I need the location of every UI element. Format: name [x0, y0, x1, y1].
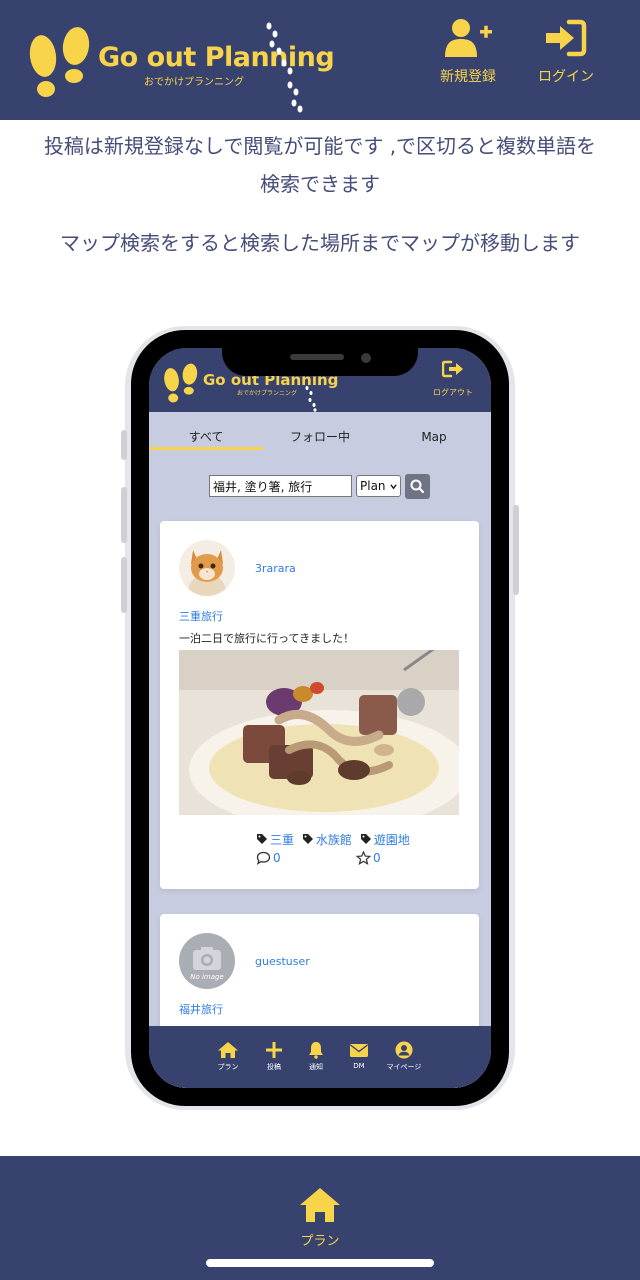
- phone-screen: Go out Planning おでかけプランニング ログアウト すべて フォロ…: [149, 348, 491, 1088]
- app-logo[interactable]: Go out Planning おでかけプランニング: [24, 22, 335, 113]
- home-icon: [300, 1188, 340, 1222]
- comment-icon: [256, 851, 271, 865]
- nav-dm[interactable]: DM: [337, 1041, 381, 1070]
- nav-plan-label: プラン: [217, 1063, 239, 1071]
- no-image-avatar: No image: [179, 933, 235, 989]
- logout-label: ログアウト: [433, 388, 473, 397]
- tag-icon: [302, 834, 313, 844]
- favorite-count: 0: [373, 851, 381, 865]
- phone-speaker: [290, 354, 344, 360]
- nav-dm-label: DM: [353, 1062, 365, 1070]
- sign-out-icon: [441, 360, 463, 378]
- plus-icon: [266, 1042, 282, 1058]
- home-indicator[interactable]: [206, 1259, 434, 1267]
- comment-button[interactable]: 0: [256, 851, 281, 865]
- envelope-icon: [350, 1044, 368, 1057]
- tab-map[interactable]: Map: [377, 412, 491, 450]
- username[interactable]: 3rarara: [255, 562, 296, 575]
- phone-side-button: [121, 430, 127, 460]
- tab-following[interactable]: フォロー中: [263, 412, 377, 450]
- nav-mypage-label: マイページ: [386, 1063, 422, 1071]
- footprints-icon: [29, 27, 90, 97]
- tag-icon: [257, 834, 267, 844]
- food-photo-image: [179, 650, 459, 815]
- search-icon: [410, 479, 425, 494]
- top-header: Go out Planning おでかけプランニング 新規登録 ログイン: [0, 0, 640, 120]
- tag-label: 三重: [270, 833, 295, 847]
- plan-text: 一泊二日で旅行に行ってきました！: [179, 632, 355, 645]
- footprints-icon: [164, 363, 198, 403]
- tag-list: 三重 水族館 遊園地: [256, 831, 414, 849]
- avatar[interactable]: [179, 540, 235, 596]
- bottom-nav-plan-label: プラン: [300, 1234, 340, 1249]
- tag[interactable]: 水族館: [302, 831, 352, 848]
- username[interactable]: guestuser: [255, 955, 310, 968]
- comment-count: 0: [273, 851, 281, 865]
- phone-camera: [361, 353, 371, 363]
- plan-photo[interactable]: [179, 650, 459, 815]
- no-image-text: No image: [190, 973, 224, 981]
- nav-post-label: 投稿: [267, 1063, 281, 1071]
- sign-in-icon: [546, 19, 587, 57]
- post-card[interactable]: 3rarara 三重旅行 一泊二日で旅行に行ってきました！ 三重 水族館 遊園地…: [160, 521, 479, 889]
- phone-side-button: [121, 487, 127, 543]
- user-circle-icon: [395, 1041, 413, 1059]
- nav-notification[interactable]: 通知: [294, 1041, 338, 1072]
- bell-icon: [309, 1042, 323, 1059]
- plan-title[interactable]: 福井旅行: [179, 1001, 223, 1017]
- nav-plan[interactable]: プラン: [206, 1041, 250, 1072]
- nav-post[interactable]: 投稿: [252, 1041, 296, 1072]
- phone-side-button: [121, 557, 127, 613]
- tag-icon: [360, 834, 371, 844]
- nav-notification-label: 通知: [309, 1063, 323, 1071]
- login-label: ログイン: [538, 69, 594, 85]
- login-button[interactable]: ログイン: [526, 18, 606, 88]
- bottom-nav-plan[interactable]: プラン: [280, 1186, 360, 1249]
- phone-footer-nav: プラン 投稿 通知 DM マイページ: [149, 1026, 491, 1088]
- steps-icon: [266, 22, 303, 113]
- star-icon: [355, 850, 372, 865]
- phone-logo-subtitle: おでかけプランニング: [237, 390, 298, 397]
- description-map-info: マップ検索をすると検索した場所までマップが移動します: [60, 231, 580, 255]
- logout-button[interactable]: ログアウト: [423, 360, 483, 398]
- tag[interactable]: 三重: [256, 831, 294, 848]
- plan-title[interactable]: 三重旅行: [179, 608, 223, 624]
- cat-avatar-image: [179, 540, 235, 596]
- favorite-button[interactable]: 0: [355, 850, 381, 865]
- search-type-value: Plan: [360, 479, 386, 493]
- tab-all[interactable]: すべて: [149, 412, 263, 450]
- home-icon: [218, 1042, 238, 1058]
- tag-label: 遊園地: [373, 833, 410, 847]
- search-button[interactable]: [405, 474, 430, 499]
- tag[interactable]: 遊園地: [360, 831, 410, 848]
- feed-tabs: すべて フォロー中 Map: [149, 412, 491, 450]
- user-plus-icon: [445, 19, 492, 57]
- logo-subtitle: おでかけプランニング: [144, 77, 244, 88]
- avatar[interactable]: No image: [179, 933, 235, 989]
- description-search-info: 投稿は新規登録なしで閲覧が可能です ,で区切ると複数単語を検索できます: [43, 134, 597, 196]
- search-input[interactable]: [209, 475, 352, 497]
- tag-label: 水族館: [315, 833, 352, 847]
- chevron-down-icon: [390, 484, 397, 490]
- nav-mypage[interactable]: マイページ: [382, 1041, 426, 1072]
- register-button[interactable]: 新規登録: [428, 18, 508, 88]
- search-type-select[interactable]: Plan: [356, 475, 401, 497]
- phone-side-button: [513, 505, 519, 595]
- register-label: 新規登録: [440, 69, 496, 85]
